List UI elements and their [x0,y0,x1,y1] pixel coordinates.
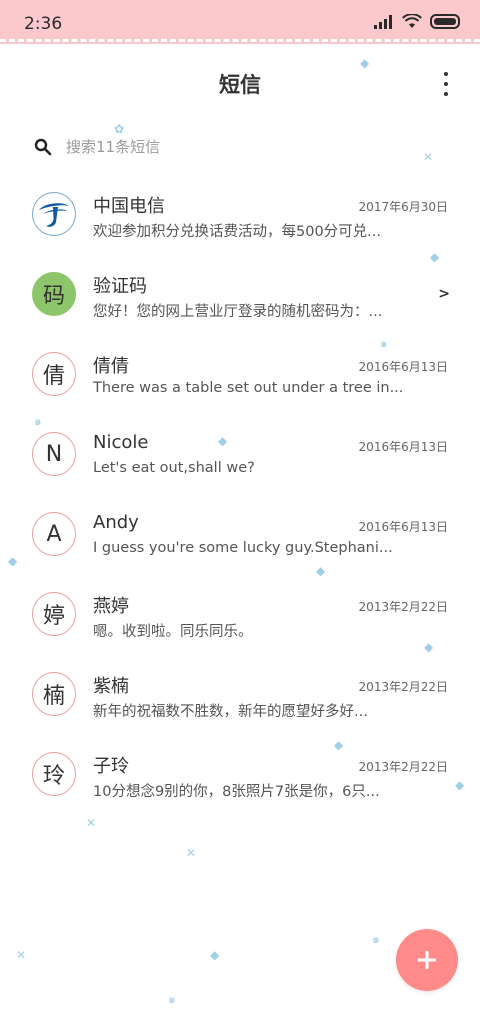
search-input[interactable] [66,134,426,160]
confetti-decoration: ๑ [372,932,380,946]
confetti-decoration: ◆ [334,738,344,752]
more-vert-icon[interactable] [440,72,452,96]
confetti-decoration: ✕ [16,948,27,962]
message-date: 2016年6月13日 [358,360,448,374]
contact-name: 倩倩 [93,356,129,377]
message-preview: 10分想念9别的你，8张照片7张是你，6只... [93,784,380,800]
conversation-item[interactable]: 玲 子玲 2013年2月22日 10分想念9别的你，8张照片7张是你，6只... [0,736,480,816]
avatar: 婷 [32,592,76,636]
confetti-decoration: ✕ [186,846,197,860]
search-bar[interactable] [0,128,480,168]
contact-name: 中国电信 [93,196,165,217]
confetti-decoration: ✿ [114,122,125,136]
contact-name: 燕婷 [93,596,129,617]
conversation-item[interactable]: N Nicole 2016年6月13日 Let's eat out,shall … [0,416,480,496]
battery-icon [430,14,460,29]
avatar: 倩 [32,352,76,396]
confetti-decoration: ◆ [210,948,220,962]
confetti-decoration: ◆ [424,640,434,654]
status-time: 2:36 [24,14,63,34]
avatar: 楠 [32,672,76,716]
avatar: N [32,432,76,476]
message-preview: 欢迎参加积分兑换话费活动，每500分可兑... [93,224,382,240]
conversation-item[interactable]: 码 验证码 > 您好！您的网上营业厅登录的随机密码为：... [0,256,480,336]
contact-name: Nicole [93,432,149,453]
confetti-decoration: ๑ [168,992,176,1006]
signal-icon [374,14,392,29]
conversation-item[interactable]: 婷 燕婷 2013年2月22日 嗯。收到啦。同乐同乐。 [0,576,480,656]
confetti-decoration: ◆ [455,778,465,792]
confetti-decoration: ◆ [360,56,370,70]
confetti-decoration: ✕ [86,816,97,830]
confetti-decoration: ◆ [8,554,18,568]
avatar: A [32,512,76,556]
confetti-decoration: ◆ [430,250,440,264]
contact-name: 子玲 [93,756,129,777]
chevron-right-icon: > [438,286,450,302]
plus-icon [418,951,436,969]
conversation-item[interactable]: A Andy 2016年6月13日 I guess you're some lu… [0,496,480,576]
conversation-list: 中国电信 2017年6月30日 欢迎参加积分兑换话费活动，每500分可兑... … [0,176,480,816]
message-date: 2013年2月22日 [358,760,448,774]
message-date: 2017年6月30日 [358,200,448,214]
message-preview: 您好！您的网上营业厅登录的随机密码为：... [93,304,383,320]
confetti-decoration: ✕ [423,150,434,164]
contact-name: Andy [93,512,139,533]
conversation-item[interactable]: 中国电信 2017年6月30日 欢迎参加积分兑换话费活动，每500分可兑... [0,176,480,256]
contact-name: 验证码 [93,276,147,297]
status-icons [374,14,462,29]
message-date: 2016年6月13日 [358,440,448,454]
message-date: 2013年2月22日 [358,600,448,614]
new-message-button[interactable] [396,929,458,991]
wifi-icon [402,14,422,28]
search-icon [34,138,52,156]
confetti-decoration: ◆ [218,434,228,448]
message-preview: There was a table set out under a tree i… [93,380,403,396]
confetti-decoration: ◆ [316,564,326,578]
china-telecom-logo-icon [32,192,76,236]
avatar: 码 [32,272,76,316]
status-bar-dashed-border [0,39,480,42]
status-bar: 2:36 [0,0,480,44]
message-preview: Let's eat out,shall we? [93,460,255,476]
confetti-decoration: ๑ [34,414,42,428]
confetti-decoration: ๑ [380,336,388,350]
conversation-item[interactable]: 楠 紫楠 2013年2月22日 新年的祝福数不胜数，新年的愿望好多好... [0,656,480,736]
message-preview: I guess you're some lucky guy.Stephani..… [93,540,393,556]
contact-name: 紫楠 [93,676,129,697]
conversation-item[interactable]: 倩 倩倩 2016年6月13日 There was a table set ou… [0,336,480,416]
message-preview: 新年的祝福数不胜数，新年的愿望好多好... [93,704,368,720]
message-date: 2016年6月13日 [358,520,448,534]
avatar: 玲 [32,752,76,796]
message-preview: 嗯。收到啦。同乐同乐。 [93,624,253,640]
message-date: 2013年2月22日 [358,680,448,694]
app-header: 短信 [0,44,480,122]
page-title: 短信 [219,73,261,97]
